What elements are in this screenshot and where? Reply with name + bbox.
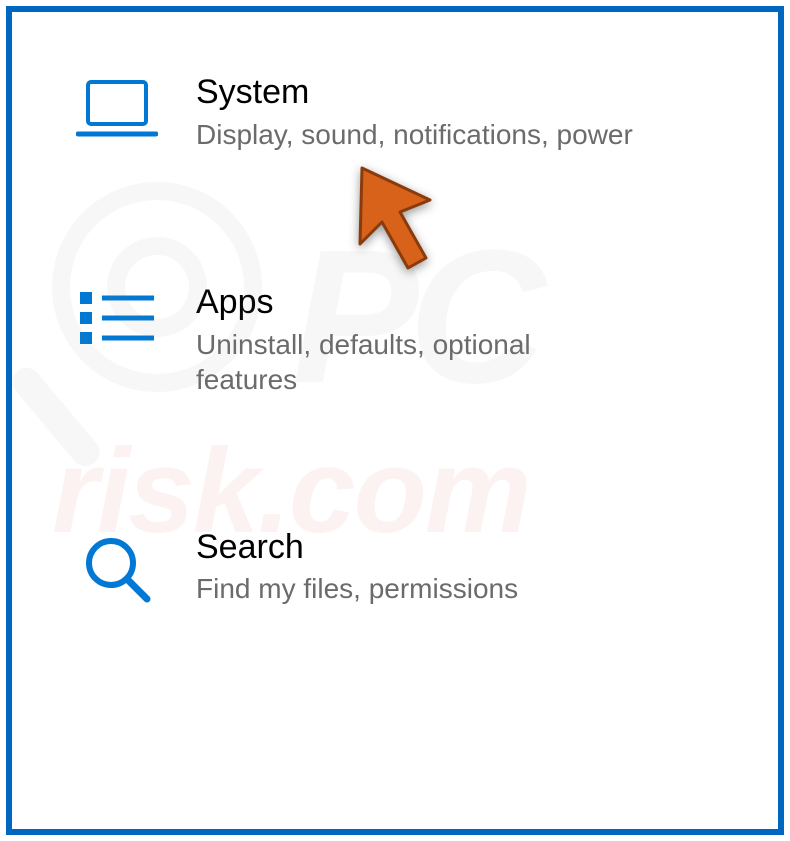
settings-content: PC risk.com System Display, sound, notif…	[12, 12, 778, 829]
settings-item-title: Search	[196, 527, 518, 568]
settings-item-apps[interactable]: Apps Uninstall, defaults, optional featu…	[62, 282, 728, 397]
settings-item-title: Apps	[196, 282, 636, 323]
settings-item-search[interactable]: Search Find my files, permissions	[62, 527, 728, 607]
instruction-arrow-icon	[352, 162, 452, 272]
settings-item-title: System	[196, 72, 633, 113]
settings-panel-frame: PC risk.com System Display, sound, notif…	[6, 6, 784, 835]
apps-list-icon	[62, 282, 172, 350]
settings-item-description: Uninstall, defaults, optional features	[196, 327, 636, 397]
settings-item-description: Find my files, permissions	[196, 571, 518, 606]
search-icon	[62, 527, 172, 605]
settings-item-description: Display, sound, notifications, power	[196, 117, 633, 152]
settings-item-system[interactable]: System Display, sound, notifications, po…	[62, 72, 728, 152]
laptop-icon	[62, 72, 172, 140]
